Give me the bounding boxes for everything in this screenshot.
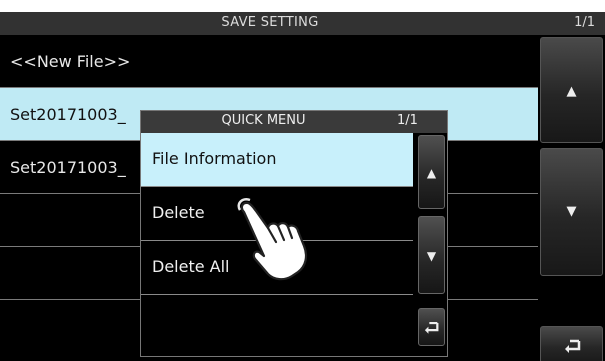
radio-screen: SAVE SETTING 1/1 <<New File>> Set2017100… <box>0 12 605 361</box>
down-arrow-icon: ▼ <box>566 204 577 219</box>
menu-item-file-information[interactable]: File Information <box>141 133 413 187</box>
up-arrow-icon: ▲ <box>426 166 437 180</box>
list-item-new-file[interactable]: <<New File>> <box>0 35 538 88</box>
menu-item-empty[interactable] <box>141 295 413 349</box>
down-arrow-icon: ▼ <box>426 249 437 263</box>
page-title: SAVE SETTING <box>221 15 319 30</box>
quick-menu-title-bar: QUICK MENU 1/1 <box>141 111 447 133</box>
quick-menu-back-button[interactable] <box>418 308 445 346</box>
quick-menu-up-button[interactable]: ▲ <box>418 135 445 209</box>
return-icon <box>424 321 439 334</box>
page-indicator: 1/1 <box>574 15 595 30</box>
scroll-up-button[interactable]: ▲ <box>540 37 603 143</box>
quick-menu-down-button[interactable]: ▼ <box>418 216 445 294</box>
title-bar: SAVE SETTING 1/1 <box>0 12 605 35</box>
quick-menu-page: 1/1 <box>397 113 418 128</box>
return-icon <box>565 339 581 353</box>
scroll-down-button[interactable]: ▼ <box>540 148 603 276</box>
quick-menu-title: QUICK MENU <box>221 113 306 128</box>
pointing-hand-icon <box>237 198 308 281</box>
back-button[interactable] <box>540 326 603 361</box>
up-arrow-icon: ▲ <box>566 84 577 99</box>
